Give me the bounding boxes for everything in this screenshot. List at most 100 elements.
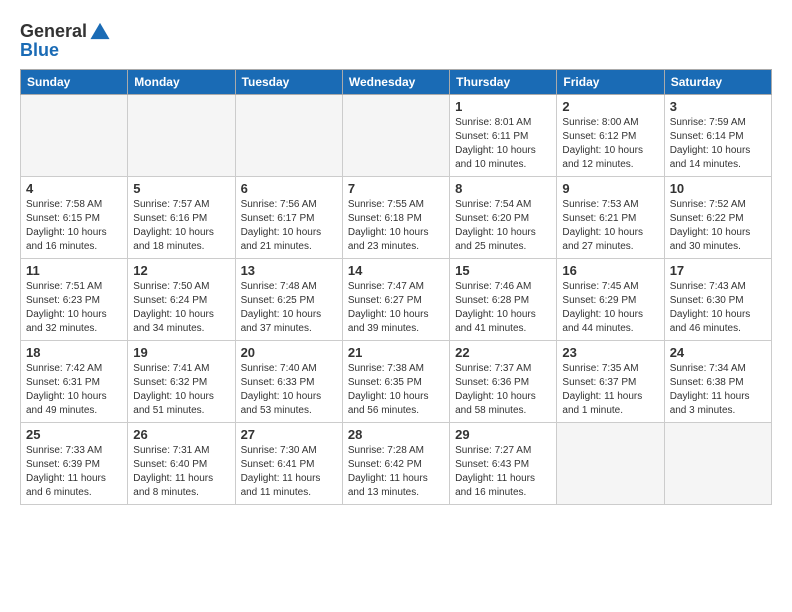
day-cell: 1 Sunrise: 8:01 AMSunset: 6:11 PMDaylight…: [450, 95, 557, 177]
day-cell: 18Sunrise: 7:42 AMSunset: 6:31 PMDayligh…: [21, 341, 128, 423]
day-cell: [21, 95, 128, 177]
day-number: 10: [670, 181, 766, 196]
day-detail: Sunrise: 8:01 AMSunset: 6:11 PMDaylight:…: [455, 116, 551, 172]
day-number: 27: [241, 427, 337, 442]
day-detail: Sunrise: 8:00 AMSunset: 6:12 PMDaylight:…: [562, 116, 658, 172]
header-wednesday: Wednesday: [342, 70, 449, 95]
day-cell: 26 Sunrise: 7:31 AMSunset: 6:40 PMDayligh…: [128, 423, 235, 505]
day-number: 9: [562, 181, 658, 196]
day-cell: [235, 95, 342, 177]
day-cell: 25 Sunrise: 7:33 AMSunset: 6:39 PMDayligh…: [21, 423, 128, 505]
day-detail: Sunrise: 7:51 AMSunset: 6:23 PMDaylight:…: [26, 280, 122, 336]
header-tuesday: Tuesday: [235, 70, 342, 95]
day-detail: Sunrise: 7:50 AMSunset: 6:24 PMDaylight:…: [133, 280, 229, 336]
day-detail: Sunrise: 7:34 AMSunset: 6:38 PMDaylight:…: [670, 362, 766, 418]
day-number: 25: [26, 427, 122, 442]
day-cell: [664, 423, 771, 505]
day-number: 13: [241, 263, 337, 278]
day-number: 5: [133, 181, 229, 196]
day-number: 11: [26, 263, 122, 278]
day-cell: 15 Sunrise: 7:46 AMSunset: 6:28 PMDayligh…: [450, 259, 557, 341]
day-cell: 12Sunrise: 7:50 AMSunset: 6:24 PMDayligh…: [128, 259, 235, 341]
day-detail: Sunrise: 7:30 AMSunset: 6:41 PMDaylight:…: [241, 444, 337, 500]
logo-blue: Blue: [20, 40, 111, 61]
day-detail: Sunrise: 7:56 AMSunset: 6:17 PMDaylight:…: [241, 198, 337, 254]
header-saturday: Saturday: [664, 70, 771, 95]
day-detail: Sunrise: 7:35 AMSunset: 6:37 PMDaylight:…: [562, 362, 658, 418]
day-detail: Sunrise: 7:53 AMSunset: 6:21 PMDaylight:…: [562, 198, 658, 254]
day-detail: Sunrise: 7:43 AMSunset: 6:30 PMDaylight:…: [670, 280, 766, 336]
day-number: 28: [348, 427, 444, 442]
day-cell: 28 Sunrise: 7:28 AMSunset: 6:42 PMDayligh…: [342, 423, 449, 505]
day-cell: 23 Sunrise: 7:35 AMSunset: 6:37 PMDayligh…: [557, 341, 664, 423]
day-cell: 16 Sunrise: 7:45 AMSunset: 6:29 PMDayligh…: [557, 259, 664, 341]
day-cell: 4 Sunrise: 7:58 AMSunset: 6:15 PMDaylight…: [21, 177, 128, 259]
day-cell: 21Sunrise: 7:38 AMSunset: 6:35 PMDayligh…: [342, 341, 449, 423]
logo: General Blue: [20, 20, 111, 61]
day-cell: 3 Sunrise: 7:59 AMSunset: 6:14 PMDaylight…: [664, 95, 771, 177]
logo-container: General Blue: [20, 20, 111, 61]
day-detail: Sunrise: 7:28 AMSunset: 6:42 PMDaylight:…: [348, 444, 444, 500]
day-detail: Sunrise: 7:31 AMSunset: 6:40 PMDaylight:…: [133, 444, 229, 500]
day-cell: 2 Sunrise: 8:00 AMSunset: 6:12 PMDaylight…: [557, 95, 664, 177]
day-detail: Sunrise: 7:47 AMSunset: 6:27 PMDaylight:…: [348, 280, 444, 336]
day-cell: 8 Sunrise: 7:54 AMSunset: 6:20 PMDaylight…: [450, 177, 557, 259]
day-detail: Sunrise: 7:55 AMSunset: 6:18 PMDaylight:…: [348, 198, 444, 254]
day-detail: Sunrise: 7:54 AMSunset: 6:20 PMDaylight:…: [455, 198, 551, 254]
day-cell: 29 Sunrise: 7:27 AMSunset: 6:43 PMDayligh…: [450, 423, 557, 505]
day-number: 7: [348, 181, 444, 196]
day-number: 22: [455, 345, 551, 360]
day-detail: Sunrise: 7:59 AMSunset: 6:14 PMDaylight:…: [670, 116, 766, 172]
day-detail: Sunrise: 7:40 AMSunset: 6:33 PMDaylight:…: [241, 362, 337, 418]
day-number: 1: [455, 99, 551, 114]
day-detail: Sunrise: 7:27 AMSunset: 6:43 PMDaylight:…: [455, 444, 551, 500]
day-cell: 19 Sunrise: 7:41 AMSunset: 6:32 PMDayligh…: [128, 341, 235, 423]
day-number: 6: [241, 181, 337, 196]
day-cell: [557, 423, 664, 505]
day-detail: Sunrise: 7:33 AMSunset: 6:39 PMDaylight:…: [26, 444, 122, 500]
day-number: 8: [455, 181, 551, 196]
header-row: SundayMondayTuesdayWednesdayThursdayFrid…: [21, 70, 772, 95]
day-number: 3: [670, 99, 766, 114]
day-cell: 10 Sunrise: 7:52 AMSunset: 6:22 PMDayligh…: [664, 177, 771, 259]
day-number: 4: [26, 181, 122, 196]
day-number: 29: [455, 427, 551, 442]
week-row-3: 18Sunrise: 7:42 AMSunset: 6:31 PMDayligh…: [21, 341, 772, 423]
day-detail: Sunrise: 7:45 AMSunset: 6:29 PMDaylight:…: [562, 280, 658, 336]
calendar-table: SundayMondayTuesdayWednesdayThursdayFrid…: [20, 69, 772, 505]
day-cell: 27 Sunrise: 7:30 AMSunset: 6:41 PMDayligh…: [235, 423, 342, 505]
day-number: 24: [670, 345, 766, 360]
day-number: 19: [133, 345, 229, 360]
header-friday: Friday: [557, 70, 664, 95]
day-number: 15: [455, 263, 551, 278]
day-detail: Sunrise: 7:41 AMSunset: 6:32 PMDaylight:…: [133, 362, 229, 418]
day-cell: 20 Sunrise: 7:40 AMSunset: 6:33 PMDayligh…: [235, 341, 342, 423]
logo-general: General: [20, 21, 87, 42]
day-cell: 6 Sunrise: 7:56 AMSunset: 6:17 PMDaylight…: [235, 177, 342, 259]
day-number: 26: [133, 427, 229, 442]
week-row-4: 25 Sunrise: 7:33 AMSunset: 6:39 PMDayligh…: [21, 423, 772, 505]
day-cell: 13 Sunrise: 7:48 AMSunset: 6:25 PMDayligh…: [235, 259, 342, 341]
day-cell: 17 Sunrise: 7:43 AMSunset: 6:30 PMDayligh…: [664, 259, 771, 341]
day-detail: Sunrise: 7:57 AMSunset: 6:16 PMDaylight:…: [133, 198, 229, 254]
day-cell: 5 Sunrise: 7:57 AMSunset: 6:16 PMDaylight…: [128, 177, 235, 259]
day-number: 23: [562, 345, 658, 360]
day-number: 21: [348, 345, 444, 360]
day-cell: 9 Sunrise: 7:53 AMSunset: 6:21 PMDaylight…: [557, 177, 664, 259]
day-number: 16: [562, 263, 658, 278]
header-thursday: Thursday: [450, 70, 557, 95]
day-cell: [128, 95, 235, 177]
day-detail: Sunrise: 7:48 AMSunset: 6:25 PMDaylight:…: [241, 280, 337, 336]
header-monday: Monday: [128, 70, 235, 95]
day-number: 20: [241, 345, 337, 360]
day-number: 2: [562, 99, 658, 114]
day-detail: Sunrise: 7:37 AMSunset: 6:36 PMDaylight:…: [455, 362, 551, 418]
day-detail: Sunrise: 7:46 AMSunset: 6:28 PMDaylight:…: [455, 280, 551, 336]
day-number: 17: [670, 263, 766, 278]
day-detail: Sunrise: 7:52 AMSunset: 6:22 PMDaylight:…: [670, 198, 766, 254]
week-row-0: 1 Sunrise: 8:01 AMSunset: 6:11 PMDaylight…: [21, 95, 772, 177]
header: General Blue: [20, 16, 772, 61]
day-cell: 22 Sunrise: 7:37 AMSunset: 6:36 PMDayligh…: [450, 341, 557, 423]
day-detail: Sunrise: 7:58 AMSunset: 6:15 PMDaylight:…: [26, 198, 122, 254]
logo-triangle-icon: [89, 20, 111, 42]
